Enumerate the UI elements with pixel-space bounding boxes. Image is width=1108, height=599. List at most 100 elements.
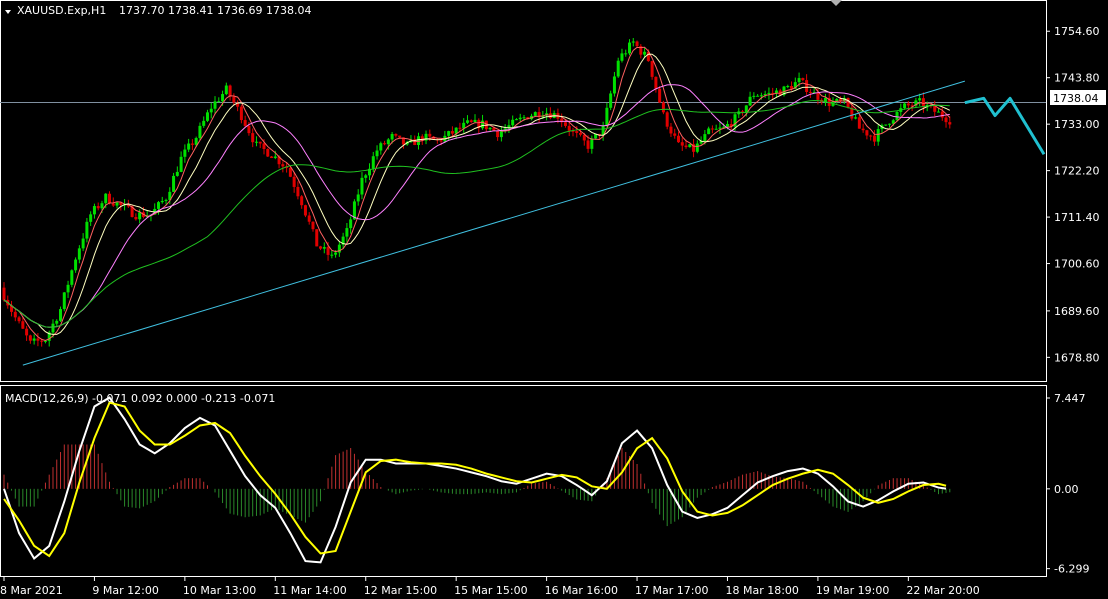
price-tick-label: 1700.60 xyxy=(1054,258,1100,271)
candle xyxy=(473,119,477,123)
price-tick-label: 1722.20 xyxy=(1054,165,1100,178)
time-tick-label: 22 Mar 20:00 xyxy=(906,584,979,597)
candle xyxy=(465,120,469,123)
trendline[interactable] xyxy=(22,80,966,366)
time-tick-label: 18 Mar 18:00 xyxy=(725,584,798,597)
candle xyxy=(326,247,330,255)
candle xyxy=(160,200,164,203)
current-price-label: 1738.04 xyxy=(1053,92,1099,105)
candle xyxy=(684,145,688,148)
candle xyxy=(89,214,93,222)
candle xyxy=(575,131,579,133)
candle xyxy=(303,205,307,216)
candle xyxy=(439,140,443,142)
candle xyxy=(319,246,323,249)
time-tick-label: 15 Mar 15:00 xyxy=(454,584,527,597)
candle xyxy=(563,122,567,126)
candle xyxy=(254,141,258,143)
candle xyxy=(884,124,888,126)
candle xyxy=(138,212,142,220)
candle xyxy=(499,130,503,138)
candle xyxy=(631,41,635,43)
candle xyxy=(469,120,473,123)
trading-chart[interactable]: 1754.60 1743.80 1733.00 1722.20 1711.40 1700.… xyxy=(0,0,1108,599)
candle xyxy=(906,103,910,106)
candle xyxy=(2,287,6,300)
candle xyxy=(390,134,394,140)
candle xyxy=(872,135,876,142)
candle xyxy=(175,171,179,176)
candle xyxy=(936,111,940,113)
time-tick-label: 11 Mar 14:00 xyxy=(273,584,346,597)
candle xyxy=(918,98,922,101)
candle xyxy=(360,177,364,195)
candle xyxy=(496,130,500,138)
candle xyxy=(703,134,707,142)
candle xyxy=(518,117,522,120)
candle xyxy=(247,125,251,134)
candle xyxy=(13,311,17,318)
candle xyxy=(205,112,209,121)
candle xyxy=(371,156,375,169)
candle xyxy=(714,128,718,130)
candle xyxy=(650,61,654,77)
candle xyxy=(345,228,349,237)
candle xyxy=(209,108,213,113)
candle xyxy=(394,134,398,136)
candle xyxy=(100,203,104,209)
candle xyxy=(21,321,25,329)
candle xyxy=(77,248,81,260)
macd-main-line xyxy=(3,396,947,564)
candle xyxy=(379,143,383,151)
candle xyxy=(458,127,462,129)
candle xyxy=(680,142,684,146)
candle xyxy=(183,149,187,157)
candle xyxy=(797,78,801,83)
candle xyxy=(522,117,526,119)
candle xyxy=(62,292,66,310)
candle xyxy=(767,92,771,95)
candle xyxy=(292,176,296,187)
candle xyxy=(179,156,183,172)
candle xyxy=(688,144,692,148)
candle xyxy=(383,143,387,145)
candle xyxy=(228,85,232,97)
candle xyxy=(661,102,665,113)
menu-triangle-icon[interactable] xyxy=(5,10,11,14)
candle xyxy=(590,138,594,149)
candle xyxy=(243,120,247,126)
shift-marker-icon[interactable] xyxy=(830,0,842,6)
candle xyxy=(232,96,236,103)
candle xyxy=(251,133,255,143)
candle xyxy=(756,95,760,97)
candle xyxy=(643,51,647,55)
candle xyxy=(948,122,952,125)
candle xyxy=(270,156,274,158)
candle xyxy=(710,128,714,130)
candle xyxy=(854,117,858,119)
candle xyxy=(172,175,176,192)
candle xyxy=(262,143,266,150)
candle xyxy=(164,199,168,201)
candle xyxy=(55,320,59,324)
time-tick-label: 8 Mar 2021 xyxy=(0,584,63,597)
candle xyxy=(217,101,221,103)
candle xyxy=(786,86,790,88)
forecast-arrow[interactable] xyxy=(964,96,1046,156)
candle xyxy=(104,193,108,204)
candle xyxy=(190,143,194,145)
candle xyxy=(676,135,680,143)
candle xyxy=(266,149,270,157)
time-tick-label: 9 Mar 12:00 xyxy=(92,584,158,597)
candle xyxy=(51,323,55,333)
price-tick-label: 1711.40 xyxy=(1054,211,1100,224)
macd-header: MACD(12,26,9) -0.071 0.092 0.000 -0.213 … xyxy=(5,392,275,405)
candle xyxy=(96,206,100,209)
candle xyxy=(895,111,899,121)
candle xyxy=(375,150,379,157)
candle xyxy=(695,143,699,152)
price-tick-label: 1743.80 xyxy=(1054,72,1100,85)
candle xyxy=(330,254,334,256)
candle xyxy=(805,80,809,92)
macd-tick-label: 0.00 xyxy=(1054,483,1079,496)
